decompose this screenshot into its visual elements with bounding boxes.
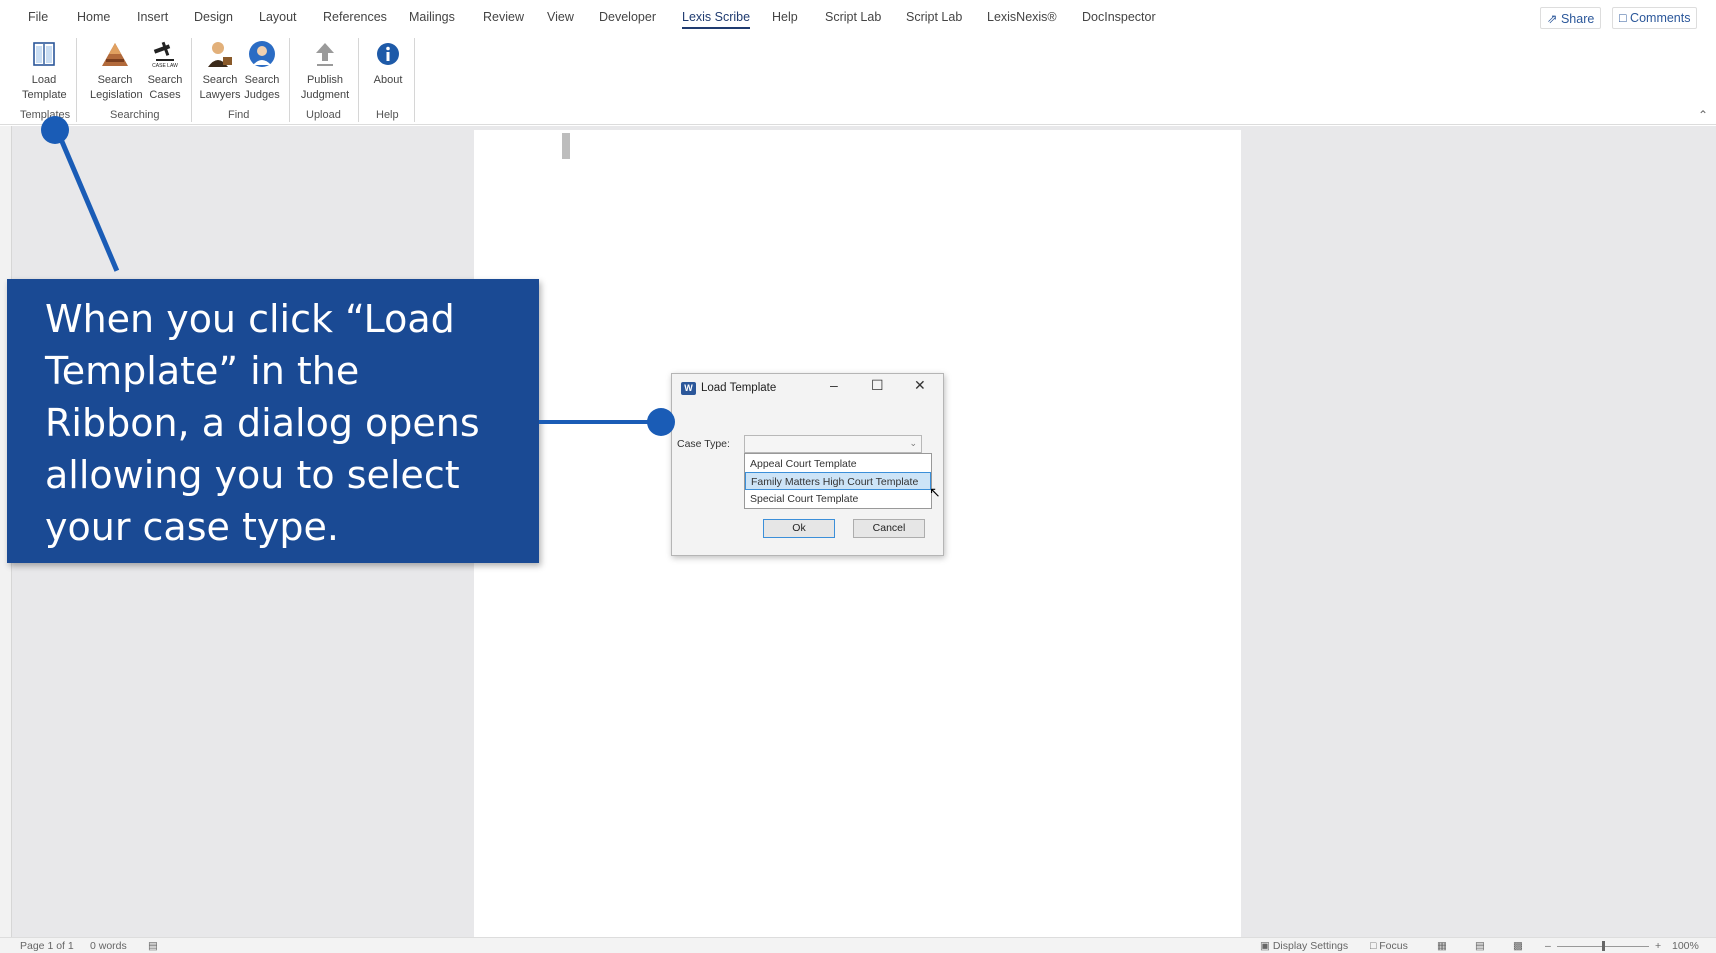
callout-dot-dialog [647, 408, 675, 436]
cancel-button[interactable]: Cancel [853, 519, 925, 538]
load-template-button[interactable]: Load Template [22, 38, 67, 104]
word-icon: W [681, 382, 696, 395]
menu-bar: File Home Insert Design Layout Reference… [0, 0, 1716, 34]
pyramid-icon [99, 38, 131, 70]
callout-pointer-line-right [539, 420, 660, 424]
zoom-slider-knob[interactable] [1602, 941, 1605, 951]
ribbon-separator [289, 38, 290, 122]
maximize-icon[interactable]: ☐ [871, 377, 884, 394]
share-icon: ⇗ [1547, 12, 1558, 26]
zoom-in-icon[interactable]: + [1655, 940, 1661, 952]
group-label-find: Find [228, 109, 250, 121]
info-icon [372, 38, 404, 70]
option-special-court[interactable]: Special Court Template [745, 490, 931, 508]
ribbon-separator [191, 38, 192, 122]
search-lawyers-button[interactable]: Search Lawyers [198, 38, 242, 104]
ribbon-separator [414, 38, 415, 122]
case-type-label: Case Type: [677, 438, 730, 450]
group-label-searching: Searching [110, 109, 160, 121]
tab-script-lab-1[interactable]: Script Lab [825, 10, 881, 24]
lawyer-icon [204, 38, 236, 70]
display-settings[interactable]: ▣ Display Settings [1260, 940, 1348, 952]
publish-judgment-button[interactable]: Publish Judgment [300, 38, 350, 104]
tab-lexis-scribe[interactable]: Lexis Scribe [682, 10, 751, 29]
close-icon[interactable]: ✕ [914, 377, 926, 394]
callout-text: When you click “Load Template” in the Ri… [45, 297, 480, 549]
callout-dot-ribbon [41, 116, 69, 144]
group-label-help: Help [376, 109, 399, 121]
comments-button[interactable]: □ Comments [1612, 7, 1698, 29]
tab-file[interactable]: File [28, 10, 48, 24]
share-button[interactable]: ⇗ Share [1540, 7, 1602, 29]
gavel-icon: CASE LAW [149, 38, 181, 70]
collapse-ribbon-icon[interactable]: ⌃ [1698, 108, 1708, 122]
ok-button[interactable]: Ok [763, 519, 835, 538]
search-legislation-button[interactable]: Search Legislation [90, 38, 143, 104]
option-family-matters-high-court[interactable]: Family Matters High Court Template [745, 472, 931, 490]
tab-review[interactable]: Review [483, 10, 524, 24]
print-layout-icon[interactable]: ▤ [1475, 940, 1485, 952]
tab-design[interactable]: Design [194, 10, 233, 24]
comment-icon: □ [1619, 11, 1627, 25]
ribbon: Load Template Search Legislation CASE LA… [0, 34, 1716, 125]
upload-arrow-icon [309, 38, 341, 70]
search-cases-button[interactable]: CASE LAW Search Cases [143, 38, 187, 104]
text-cursor [562, 133, 570, 159]
page-count[interactable]: Page 1 of 1 [20, 940, 74, 952]
annotation-callout: When you click “Load Template” in the Ri… [7, 279, 539, 563]
zoom-level[interactable]: 100% [1672, 940, 1699, 952]
book-icon [28, 38, 60, 70]
group-label-upload: Upload [306, 109, 341, 121]
tab-references[interactable]: References [323, 10, 387, 24]
option-appeal-court[interactable]: Appeal Court Template [745, 455, 931, 473]
minimize-icon[interactable]: – [830, 377, 838, 393]
ribbon-separator [358, 38, 359, 122]
focus-mode[interactable]: □ Focus [1370, 940, 1408, 952]
case-type-select[interactable]: ⌄ [744, 435, 922, 453]
case-type-dropdown: Appeal Court Template Family Matters Hig… [744, 453, 932, 509]
chevron-down-icon: ⌄ [909, 438, 917, 448]
tab-help[interactable]: Help [772, 10, 798, 24]
dialog-title: Load Template [701, 382, 777, 394]
tab-script-lab-2[interactable]: Script Lab [906, 10, 962, 24]
about-button[interactable]: About [365, 38, 411, 104]
zoom-out-icon[interactable]: – [1545, 940, 1551, 952]
tab-home[interactable]: Home [77, 10, 110, 24]
judge-icon [246, 38, 278, 70]
search-judges-button[interactable]: Search Judges [240, 38, 284, 104]
tab-insert[interactable]: Insert [137, 10, 168, 24]
read-mode-icon[interactable]: ▦ [1437, 940, 1447, 952]
status-bar: Page 1 of 1 0 words ▤ ▣ Display Settings… [0, 937, 1716, 953]
mouse-pointer-icon: ↖ [929, 484, 941, 500]
tab-docinspector[interactable]: DocInspector [1082, 10, 1156, 24]
tab-view[interactable]: View [547, 10, 574, 24]
case-law-badge: CASE LAW [152, 63, 178, 69]
proofing-icon[interactable]: ▤ [148, 940, 158, 952]
tab-developer[interactable]: Developer [599, 10, 656, 24]
web-layout-icon[interactable]: ▩ [1513, 940, 1523, 952]
load-template-dialog: W Load Template – ☐ ✕ Case Type: ⌄ Appea… [671, 373, 944, 556]
word-count[interactable]: 0 words [90, 940, 127, 952]
tab-mailings[interactable]: Mailings [409, 10, 455, 24]
tab-lexisnexis[interactable]: LexisNexis® [987, 10, 1057, 24]
tab-layout[interactable]: Layout [259, 10, 297, 24]
ribbon-separator [76, 38, 77, 122]
